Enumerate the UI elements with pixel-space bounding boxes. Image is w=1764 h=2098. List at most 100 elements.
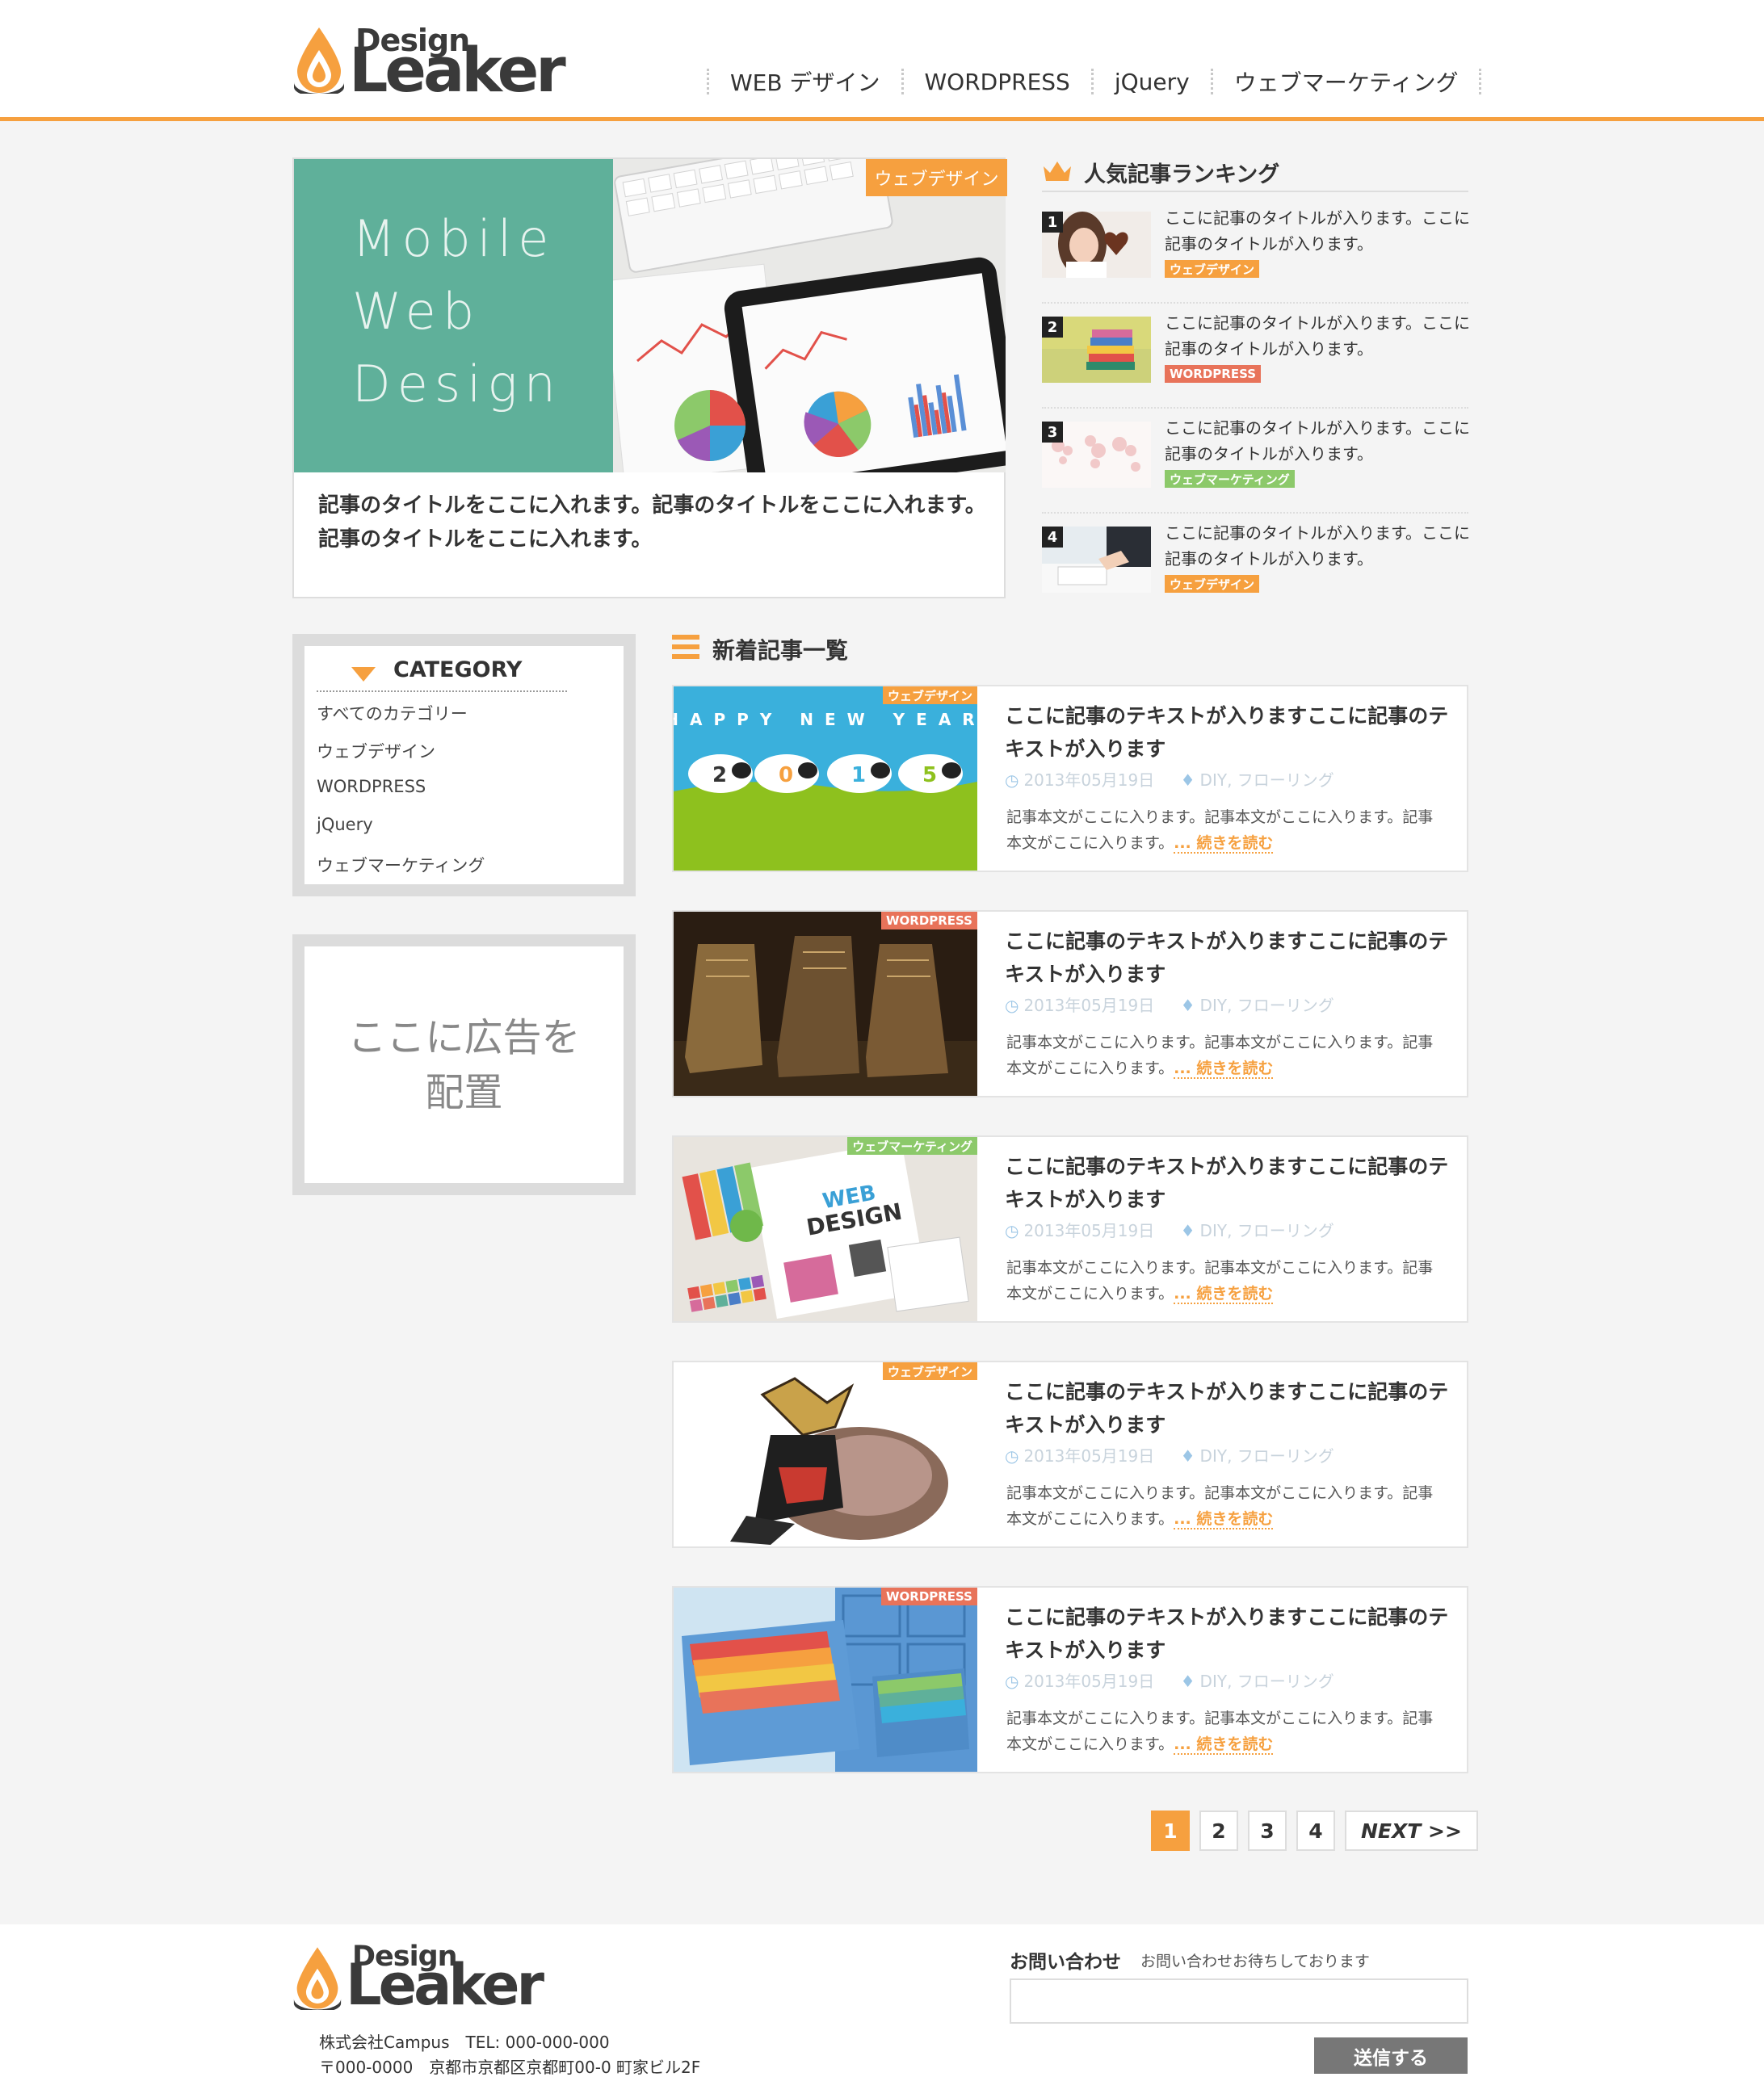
article-excerpt: 記事本文がここに入ります。記事本文がここに入ります。記事本文がここに入ります。.…	[1006, 1030, 1443, 1081]
article-meta: ◷ 2013年05月19日 ♦ DIY, フローリング	[1005, 1218, 1334, 1241]
article-excerpt: 記事本文がここに入ります。記事本文がここに入ります。記事本文がここに入ります。.…	[1006, 1255, 1443, 1307]
clock-icon: ◷	[1005, 996, 1019, 1015]
ranking-item-title: ここに記事のタイトルが入ります。ここに記事のタイトルが入ります。	[1165, 523, 1470, 569]
year-digit: 0	[779, 763, 793, 787]
article-tags[interactable]: DIY, フローリング	[1200, 1221, 1334, 1240]
read-more-link[interactable]: ... 続きを読む	[1174, 1285, 1274, 1304]
ranking-item[interactable]: 1 ここに記事のタイトルが入ります。ここに記事のタイトルが入ります。 ウェブデザ…	[1042, 202, 1470, 304]
article-category-tag[interactable]: ウェブマーケティング	[847, 1137, 977, 1155]
ranking-item-tag[interactable]: ウェブデザイン	[1165, 260, 1260, 278]
article-card[interactable]: HAPPY NEW YEAR 2 0 1 5 ウェブデザイン ここに記事のテキス…	[672, 685, 1468, 872]
article-thumbnail[interactable]: HAPPY NEW YEAR 2 0 1 5 ウェブデザイン	[674, 686, 977, 871]
site-logo[interactable]: Design Leaker	[292, 23, 567, 106]
ranking-item-title: ここに記事のタイトルが入ります。ここに記事のタイトルが入ります。	[1165, 208, 1470, 254]
featured-category-badge[interactable]: ウェブデザイン	[866, 159, 1007, 196]
rank-number: 3	[1042, 422, 1063, 443]
article-tags[interactable]: DIY, フローリング	[1200, 1446, 1334, 1466]
contact-input[interactable]	[1010, 1978, 1468, 2024]
list-icon	[672, 635, 699, 659]
rank-number: 2	[1042, 317, 1063, 338]
new-articles-title: 新着記事一覧	[712, 637, 849, 664]
category-divider	[317, 690, 567, 692]
clock-icon: ◷	[1005, 770, 1019, 790]
article-title[interactable]: ここに記事のテキストが入りますここに記事のテキストが入ります	[1005, 1150, 1457, 1216]
samurai-helmet-image	[674, 1362, 977, 1546]
company-info: 株式会社Campus TEL: 000-000-000 〒000-0000 京都…	[319, 2030, 700, 2080]
ranking-item[interactable]: 4 ここに記事のタイトルが入ります。ここに記事のタイトルが入ります。 ウェブデザ…	[1042, 517, 1470, 619]
ranking-item[interactable]: 2 ここに記事のタイトルが入ります。ここに記事のタイトルが入ります。 WORDP…	[1042, 307, 1470, 409]
read-more-link[interactable]: ... 続きを読む	[1174, 834, 1274, 854]
ranking-thumbnail: 3	[1042, 422, 1151, 488]
ranking-item-tag[interactable]: ウェブマーケティング	[1165, 470, 1295, 488]
article-thumbnail[interactable]: WEB DESIGN ウェブマーケティング	[674, 1137, 977, 1321]
article-category-tag[interactable]: WORDPRESS	[880, 912, 977, 929]
category-item-web-design[interactable]: ウェブデザイン	[317, 739, 435, 763]
featured-article[interactable]: Mobile Web Design ウェブデザイン 記事のタイトルをここに入れま…	[292, 157, 1007, 598]
ranking-item[interactable]: 3 ここに記事のタイトルが入ります。ここに記事のタイトルが入ります。 ウェブマー…	[1042, 412, 1470, 514]
article-category-tag[interactable]: WORDPRESS	[880, 1588, 977, 1605]
category-item-all[interactable]: すべてのカテゴリー	[317, 701, 468, 725]
article-category-tag[interactable]: ウェブデザイン	[882, 686, 977, 704]
article-thumbnail[interactable]: ウェブデザイン	[674, 1362, 977, 1546]
nav-wordpress[interactable]: WORDPRESS	[904, 69, 1091, 95]
site-header	[0, 0, 1764, 121]
article-tags[interactable]: DIY, フローリング	[1200, 1672, 1334, 1691]
contact-label: お問い合わせ	[1010, 1952, 1121, 1973]
article-date: 2013年05月19日	[1023, 1672, 1155, 1691]
tag-icon: ♦	[1180, 996, 1195, 1015]
company-name-tel: 株式会社Campus TEL: 000-000-000	[319, 2033, 610, 2052]
ranking-item-tag[interactable]: ウェブデザイン	[1165, 575, 1260, 593]
article-title[interactable]: ここに記事のテキストが入りますここに記事のテキストが入ります	[1005, 1375, 1457, 1441]
article-title[interactable]: ここに記事のテキストが入りますここに記事のテキストが入ります	[1005, 1601, 1457, 1667]
submit-button[interactable]: 送信する	[1314, 2037, 1468, 2074]
category-item-web-marketing[interactable]: ウェブマーケティング	[317, 853, 485, 877]
article-card[interactable]: WEB DESIGN ウェブマーケティング ここに記事のテキストが入りますここに…	[672, 1135, 1468, 1323]
read-more-link[interactable]: ... 続きを読む	[1174, 1735, 1274, 1755]
category-panel: CATEGORY すべてのカテゴリー ウェブデザイン WORDPRESS jQu…	[304, 646, 624, 884]
main-nav: WEB デザイン WORDPRESS jQuery ウェブマーケティング	[707, 61, 1482, 102]
category-item-jquery[interactable]: jQuery	[317, 815, 373, 834]
happy-new-year-text: HAPPY NEW YEAR	[674, 710, 977, 729]
read-more-link[interactable]: ... 続きを読む	[1174, 1059, 1274, 1079]
article-tags[interactable]: DIY, フローリング	[1200, 770, 1334, 790]
page-2-button[interactable]: 2	[1199, 1811, 1238, 1851]
featured-line-web: Web	[352, 282, 481, 341]
read-more-link[interactable]: ... 続きを読む	[1174, 1510, 1274, 1529]
article-meta: ◷ 2013年05月19日 ♦ DIY, フローリング	[1005, 1443, 1334, 1467]
year-digit: 2	[712, 763, 727, 787]
category-item-wordpress[interactable]: WORDPRESS	[317, 777, 426, 796]
article-category-tag[interactable]: ウェブデザイン	[882, 1362, 977, 1380]
ranking-header: 人気記事ランキング	[1042, 153, 1468, 192]
ad-placeholder[interactable]: ここに広告を 配置	[304, 946, 624, 1183]
tag-icon: ♦	[1180, 1446, 1195, 1466]
next-page-button[interactable]: NEXT >>	[1345, 1811, 1478, 1851]
ranking-item-tag[interactable]: WORDPRESS	[1165, 365, 1262, 383]
article-title[interactable]: ここに記事のテキストが入りますここに記事のテキストが入ります	[1005, 699, 1457, 766]
article-card[interactable]: WORDPRESS ここに記事のテキストが入りますここに記事のテキストが入ります…	[672, 1586, 1468, 1773]
nav-jquery[interactable]: jQuery	[1094, 69, 1211, 95]
ranking-title: 人気記事ランキング	[1084, 162, 1280, 187]
ad-text-line2: 配置	[425, 1069, 503, 1115]
article-thumbnail[interactable]: WORDPRESS	[674, 1588, 977, 1772]
article-date: 2013年05月19日	[1023, 1221, 1155, 1240]
featured-title[interactable]: 記事のタイトルをここに入れます。記事のタイトルをここに入れます。記事のタイトルを…	[318, 489, 989, 556]
article-title[interactable]: ここに記事のテキストが入りますここに記事のテキストが入ります	[1005, 925, 1457, 991]
featured-image	[613, 159, 1006, 472]
nav-web-marketing[interactable]: ウェブマーケティング	[1213, 65, 1480, 98]
article-tags[interactable]: DIY, フローリング	[1200, 996, 1334, 1015]
page-1-button[interactable]: 1	[1151, 1811, 1190, 1851]
crown-icon	[1044, 162, 1071, 181]
tag-icon: ♦	[1180, 1672, 1195, 1691]
drop-logo-icon	[294, 27, 344, 94]
article-date: 2013年05月19日	[1023, 996, 1155, 1015]
footer-logo[interactable]: Design Leaker	[292, 1941, 551, 2018]
page-4-button[interactable]: 4	[1296, 1811, 1335, 1851]
nav-web-design[interactable]: WEB デザイン	[709, 65, 901, 98]
site-footer	[0, 1924, 1764, 2098]
article-thumbnail[interactable]: WORDPRESS	[674, 912, 977, 1096]
page-3-button[interactable]: 3	[1248, 1811, 1287, 1851]
year-digit: 5	[922, 763, 937, 787]
article-date: 2013年05月19日	[1023, 770, 1155, 790]
article-card[interactable]: WORDPRESS ここに記事のテキストが入りますここに記事のテキストが入ります…	[672, 910, 1468, 1097]
article-card[interactable]: ウェブデザイン ここに記事のテキストが入りますここに記事のテキストが入ります ◷…	[672, 1361, 1468, 1548]
